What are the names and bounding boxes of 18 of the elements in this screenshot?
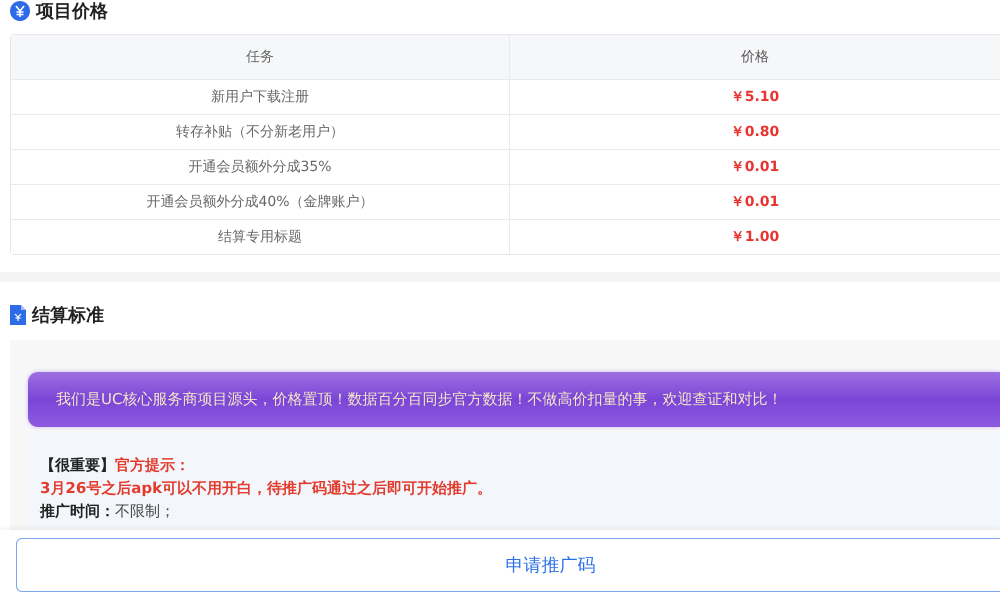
section-title: 结算标准 — [32, 304, 104, 327]
task-cell-text: 转存补贴（不分新老用户） — [175, 123, 345, 142]
field-label: 推广时间： — [40, 502, 115, 520]
document-yen-icon — [10, 305, 26, 325]
section-title: 项目价格 — [36, 0, 108, 23]
price-cell: ￥1.00 — [509, 220, 1000, 254]
task-cell-text: 开通会员额外分成40%（金牌账户） — [145, 193, 375, 212]
task-cell-text: 结算专用标题 — [217, 228, 303, 247]
task-cell-text: 开通会员额外分成35% — [187, 158, 333, 177]
notice-label: 【很重要】 — [40, 456, 115, 474]
alert-text: 3月26号之后apk可以不用开白，待推广码通过之后即可开始推广。 — [40, 479, 492, 497]
column-header: 任务 — [245, 48, 275, 67]
promo-banner: 我们是UC核心服务商项目源头，价格置顶！数据百分百同步官方数据！不做高价扣量的事，欢迎查证和对比！ — [28, 372, 1000, 427]
notice-highlight: 官方提示： — [115, 456, 190, 474]
task-cell-text: 新用户下载注册 — [210, 88, 310, 107]
field-value: 不限制； — [115, 502, 175, 520]
yen-icon — [10, 1, 30, 21]
apply-button[interactable]: 申请推广码 — [16, 538, 1000, 592]
